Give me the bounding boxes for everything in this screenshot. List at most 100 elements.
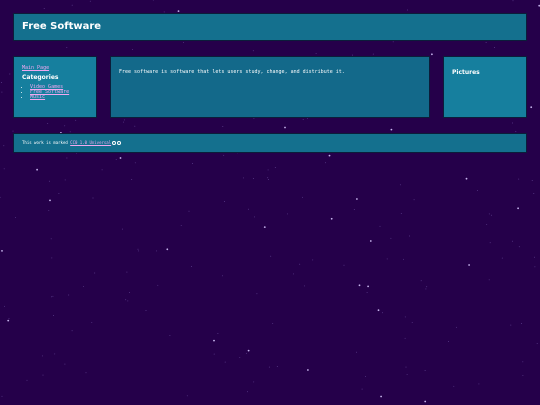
star (252, 178, 254, 179)
star (325, 162, 327, 164)
star (534, 256, 536, 258)
star (0, 196, 1, 198)
star (476, 190, 478, 192)
star (330, 217, 333, 220)
star (307, 369, 309, 371)
star (426, 286, 428, 288)
star (518, 246, 520, 248)
star (7, 319, 10, 322)
star (424, 370, 426, 371)
star (356, 198, 358, 200)
star (121, 228, 123, 230)
star (1, 91, 3, 93)
star (92, 197, 94, 199)
star (213, 353, 215, 355)
star (253, 381, 255, 383)
star (252, 50, 254, 52)
star (517, 207, 519, 210)
star (48, 209, 50, 211)
star (284, 126, 286, 129)
star (302, 196, 304, 198)
star (64, 363, 66, 365)
license-link[interactable]: CC0 1.0 Universal (70, 140, 111, 145)
star (353, 209, 355, 210)
star (369, 240, 372, 242)
star (115, 158, 117, 160)
star (53, 315, 54, 316)
star (431, 53, 433, 56)
star (406, 9, 408, 11)
star (245, 352, 247, 354)
star (465, 177, 468, 180)
star (137, 248, 139, 250)
star (134, 162, 136, 164)
star (392, 41, 394, 43)
star (42, 374, 44, 376)
star (486, 223, 488, 225)
site-title: Free Software (22, 21, 102, 32)
star (489, 242, 491, 244)
star (405, 366, 407, 368)
star (224, 201, 225, 202)
star (64, 179, 66, 181)
star (379, 225, 381, 227)
star (518, 178, 520, 180)
star (400, 213, 402, 215)
star (404, 316, 406, 318)
pictures-heading: Pictures (452, 69, 480, 76)
star (82, 285, 84, 287)
star (247, 391, 248, 393)
star (276, 366, 278, 367)
star (448, 341, 450, 342)
main-content: Free software is software that lets user… (110, 56, 430, 118)
star (47, 123, 49, 125)
star (127, 300, 129, 302)
star (222, 126, 224, 127)
star (343, 264, 345, 266)
star (485, 42, 487, 43)
star (15, 216, 17, 218)
star (302, 119, 304, 121)
category-link-music[interactable]: Music (30, 94, 45, 100)
star (49, 199, 51, 202)
star (411, 321, 413, 323)
star (222, 275, 224, 277)
star (522, 361, 524, 363)
license-notice: This work is marked CC0 1.0 Universal (22, 140, 122, 145)
star (89, 0, 91, 2)
star (129, 292, 131, 294)
star (315, 52, 317, 54)
star (468, 264, 470, 266)
main-page-link[interactable]: Main Page (22, 65, 49, 71)
star (404, 337, 406, 339)
star (180, 224, 182, 226)
star (1, 250, 3, 252)
star (134, 125, 136, 127)
star (515, 131, 517, 133)
star (75, 119, 77, 121)
star (54, 353, 56, 355)
star (366, 292, 368, 294)
star (390, 237, 392, 239)
star (26, 379, 28, 381)
star (43, 8, 45, 9)
star (274, 167, 276, 168)
star (239, 356, 241, 358)
star (409, 235, 411, 237)
star (50, 238, 52, 240)
star (256, 293, 258, 295)
star (123, 121, 125, 123)
star (531, 180, 533, 181)
star (71, 330, 73, 332)
star (267, 177, 269, 179)
star (263, 226, 266, 229)
star (267, 179, 269, 180)
left-sidebar: Main Page Categories Video Games Free So… (13, 56, 97, 118)
star (131, 179, 133, 180)
star (213, 339, 215, 342)
star (101, 169, 103, 171)
category-list: Video Games Free Software Music (22, 85, 69, 100)
star (521, 323, 523, 324)
star (367, 285, 369, 288)
star (356, 351, 358, 353)
